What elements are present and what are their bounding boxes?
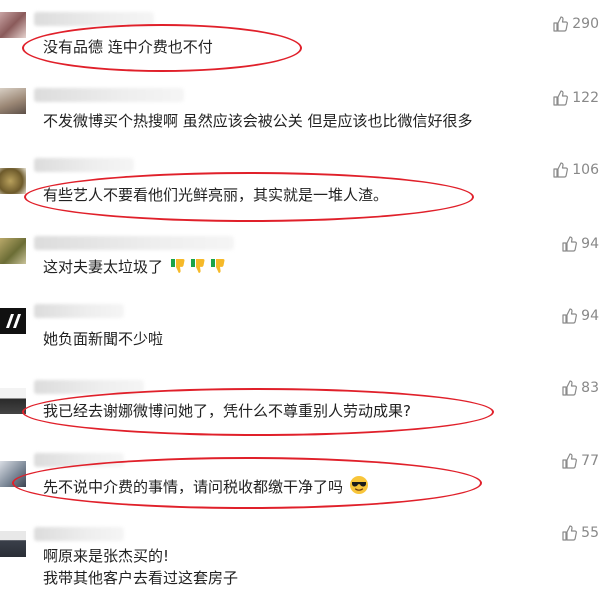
avatar[interactable]: [0, 12, 26, 38]
like-button[interactable]: 83: [561, 380, 599, 396]
username-blurred: [34, 453, 124, 467]
username-blurred: [34, 527, 124, 541]
comment-text: 我带其他客户去看过这套房子: [43, 569, 239, 587]
comment-item: 我已经去谢娜微博问她了，凭什么不尊重别人劳动成果? 83: [0, 370, 603, 445]
like-count: 106: [572, 162, 599, 178]
comment-text: 这对夫妻太垃圾了: [43, 256, 229, 281]
like-button[interactable]: 94: [561, 308, 599, 324]
avatar[interactable]: [0, 88, 26, 114]
username-blurred: [34, 88, 184, 102]
thumbs-up-icon: [562, 525, 578, 541]
username-blurred: [34, 380, 144, 394]
comment-text: 没有品德 连中介费也不付: [43, 38, 213, 56]
comment-text: 有些艺人不要看他们光鲜亮丽，其实就是一堆人渣。: [43, 186, 389, 204]
like-count: 77: [581, 453, 599, 469]
thumbs-up-icon: [562, 236, 578, 252]
like-count: 290: [572, 16, 599, 32]
username-blurred: [34, 236, 234, 250]
like-button[interactable]: 290: [552, 16, 599, 32]
comment-item: 她负面新聞不少啦 94: [0, 300, 603, 370]
like-count: 83: [581, 380, 599, 396]
like-button[interactable]: 55: [561, 525, 599, 541]
thumbs-down-icon: [169, 257, 229, 281]
username-blurred: [34, 12, 154, 26]
comment-item: 这对夫妻太垃圾了 94: [0, 228, 603, 300]
like-count: 94: [581, 236, 599, 252]
comment-text: 啊原来是张杰买的!: [43, 547, 170, 565]
like-button[interactable]: 122: [552, 90, 599, 106]
comment-text: 我已经去谢娜微博问她了，凭什么不尊重别人劳动成果?: [43, 402, 411, 420]
like-button[interactable]: 106: [552, 162, 599, 178]
comment-item: 不发微博买个热搜啊 虽然应该会被公关 但是应该也比微信好很多 122: [0, 78, 603, 148]
avatar[interactable]: [0, 461, 26, 487]
username-blurred: [34, 158, 134, 172]
avatar[interactable]: [0, 308, 26, 334]
like-button[interactable]: 94: [561, 236, 599, 252]
comment-text: 她负面新聞不少啦: [43, 330, 164, 348]
comment-item: 啊原来是张杰买的! 我带其他客户去看过这套房子 55: [0, 523, 603, 595]
avatar[interactable]: [0, 168, 26, 194]
comment-text-content: 这对夫妻太垃圾了: [43, 258, 164, 276]
like-count: 122: [572, 90, 599, 106]
comment-item: 有些艺人不要看他们光鲜亮丽，其实就是一堆人渣。 106: [0, 148, 603, 228]
comment-text: 不发微博买个热搜啊 虽然应该会被公关 但是应该也比微信好很多: [43, 112, 473, 130]
like-count: 55: [581, 525, 599, 541]
thumbs-up-icon: [553, 90, 569, 106]
username-blurred: [34, 304, 124, 318]
avatar[interactable]: [0, 531, 26, 557]
thumbs-up-icon: [553, 16, 569, 32]
thumbs-up-icon: [562, 308, 578, 324]
comment-item: 没有品德 连中介费也不付 290: [0, 0, 603, 78]
thumbs-up-icon: [562, 380, 578, 396]
avatar[interactable]: [0, 388, 26, 414]
comment-text-content: 先不说中介费的事情，请问税收都缴干净了吗: [43, 478, 344, 496]
avatar[interactable]: [0, 238, 26, 264]
like-count: 94: [581, 308, 599, 324]
comment-text: 先不说中介费的事情，请问税收都缴干净了吗: [43, 475, 369, 501]
thumbs-up-icon: [562, 453, 578, 469]
comment-item: 先不说中介费的事情，请问税收都缴干净了吗 77: [0, 445, 603, 523]
like-button[interactable]: 77: [561, 453, 599, 469]
sunglasses-face-icon: [349, 475, 369, 501]
thumbs-up-icon: [553, 162, 569, 178]
